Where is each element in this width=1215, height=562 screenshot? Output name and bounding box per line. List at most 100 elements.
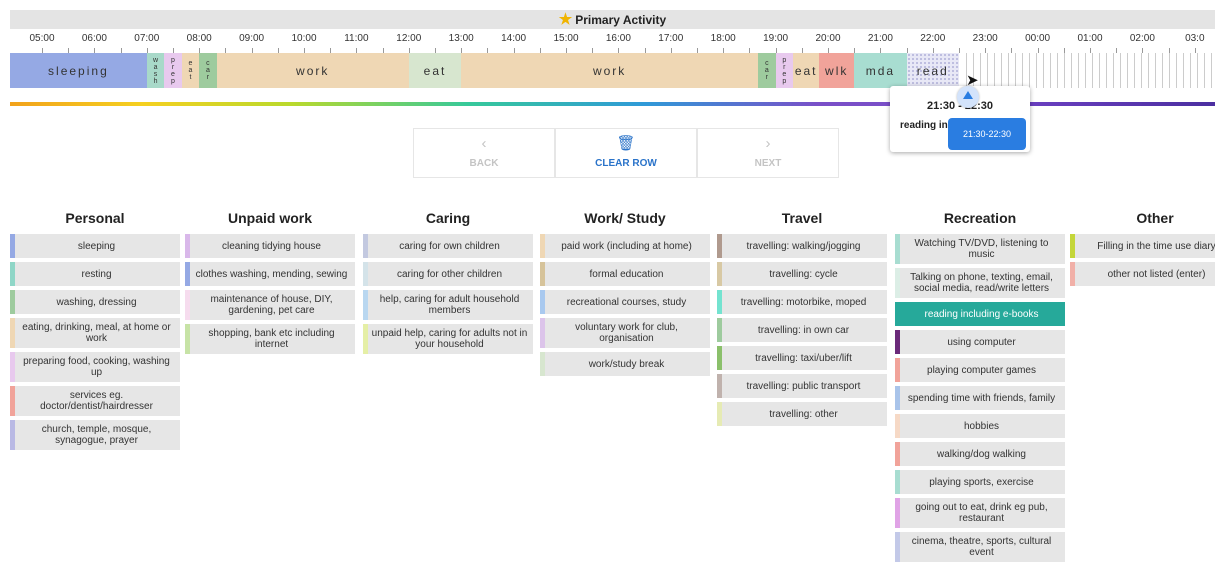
activity-option[interactable]: resting: [10, 262, 180, 286]
category-title: Work/ Study: [584, 210, 666, 226]
activity-option[interactable]: clothes washing, mending, sewing: [185, 262, 355, 286]
activity-option[interactable]: preparing food, cooking, washing up: [10, 352, 180, 382]
empty-time-slot[interactable]: [1113, 53, 1120, 88]
empty-time-slot[interactable]: [1183, 53, 1190, 88]
back-button[interactable]: ‹ BACK: [413, 128, 555, 178]
empty-time-slot[interactable]: [1148, 53, 1155, 88]
timeline-segment-work[interactable]: work: [216, 53, 409, 88]
timeline-segment-sleeping[interactable]: sleeping: [10, 53, 147, 88]
empty-time-slot[interactable]: [1162, 53, 1169, 88]
empty-time-slot[interactable]: [1204, 53, 1211, 88]
empty-time-slot[interactable]: [1071, 53, 1078, 88]
activity-option[interactable]: maintenance of house, DIY, gardening, pe…: [185, 290, 355, 320]
timeline-segment-work[interactable]: work: [461, 53, 759, 88]
activity-option[interactable]: travelling: taxi/uber/lift: [717, 346, 887, 370]
activity-option[interactable]: washing, dressing: [10, 290, 180, 314]
activity-option[interactable]: travelling: walking/jogging: [717, 234, 887, 258]
timeline-segment-wlk[interactable]: wlk: [819, 53, 855, 88]
activity-option[interactable]: walking/dog walking: [895, 442, 1065, 466]
empty-time-slot[interactable]: [1134, 53, 1141, 88]
timeline-segment-car[interactable]: car: [199, 53, 217, 88]
empty-time-slot[interactable]: [1057, 53, 1064, 88]
activity-option[interactable]: travelling: cycle: [717, 262, 887, 286]
timeline-segment-prep[interactable]: prep: [164, 53, 182, 88]
activity-option[interactable]: going out to eat, drink eg pub, restaura…: [895, 498, 1065, 528]
empty-time-slot[interactable]: [1127, 53, 1134, 88]
empty-time-slot[interactable]: [1176, 53, 1183, 88]
activity-option[interactable]: other not listed (enter): [1070, 262, 1215, 286]
timeline-segment-prep[interactable]: prep: [775, 53, 794, 88]
activity-option[interactable]: services eg. doctor/dentist/hairdresser: [10, 386, 180, 416]
empty-time-slot[interactable]: [1155, 53, 1162, 88]
activity-option[interactable]: paid work (including at home): [540, 234, 710, 258]
empty-time-slot[interactable]: [1120, 53, 1127, 88]
activity-option[interactable]: travelling: motorbike, moped: [717, 290, 887, 314]
activity-option[interactable]: caring for other children: [363, 262, 533, 286]
color-swatch: [185, 262, 190, 286]
empty-time-slot[interactable]: [1211, 53, 1215, 88]
activity-option[interactable]: church, temple, mosque, synagogue, praye…: [10, 420, 180, 450]
activity-option[interactable]: playing sports, exercise: [895, 470, 1065, 494]
empty-time-slot[interactable]: [994, 53, 1001, 88]
empty-time-slot[interactable]: [1029, 53, 1036, 88]
empty-time-slot[interactable]: [1064, 53, 1071, 88]
empty-time-slot[interactable]: [1008, 53, 1015, 88]
empty-time-slot[interactable]: [1050, 53, 1057, 88]
activity-option[interactable]: eating, drinking, meal, at home or work: [10, 318, 180, 348]
empty-time-slot[interactable]: [1106, 53, 1113, 88]
empty-time-slot[interactable]: [1078, 53, 1085, 88]
activity-timeline[interactable]: sleeping wash prep eat car work eat work car prep…: [10, 53, 1215, 88]
empty-time-slot[interactable]: [1085, 53, 1092, 88]
timeline-segment-wash[interactable]: wash: [146, 53, 165, 88]
clear-row-button[interactable]: 🗑 CLEAR ROW: [555, 128, 697, 178]
timeline-segment-car[interactable]: car: [758, 53, 776, 88]
empty-time-slot[interactable]: [1141, 53, 1148, 88]
activity-option[interactable]: shopping, bank etc including internet: [185, 324, 355, 354]
activity-option[interactable]: travelling: public transport: [717, 374, 887, 398]
empty-time-slot[interactable]: [987, 53, 994, 88]
activity-option[interactable]: spending time with friends, family: [895, 386, 1065, 410]
activity-option[interactable]: Talking on phone, texting, email, social…: [895, 268, 1065, 298]
activity-option-label: travelling: other: [769, 408, 838, 420]
activity-option[interactable]: Watching TV/DVD, listening to music: [895, 234, 1065, 264]
activity-option[interactable]: cleaning tidying house: [185, 234, 355, 258]
drag-handle[interactable]: [957, 86, 979, 108]
empty-time-slot[interactable]: [1169, 53, 1176, 88]
activity-option[interactable]: hobbies: [895, 414, 1065, 438]
color-swatch: [1070, 262, 1075, 286]
activity-option[interactable]: formal education: [540, 262, 710, 286]
activity-option-label: walking/dog walking: [937, 448, 1026, 460]
activity-option[interactable]: help, caring for adult household members: [363, 290, 533, 320]
activity-option-label: travelling: in own car: [757, 324, 850, 336]
empty-time-slot[interactable]: [1092, 53, 1099, 88]
empty-time-slot[interactable]: [980, 53, 987, 88]
activity-option[interactable]: work/study break: [540, 352, 710, 376]
timeline-segment-eat[interactable]: eat: [181, 53, 200, 88]
activity-option-label: travelling: walking/jogging: [746, 240, 861, 252]
activity-option[interactable]: reading including e-books: [895, 302, 1065, 326]
empty-time-slot[interactable]: [1190, 53, 1197, 88]
activity-option[interactable]: using computer: [895, 330, 1065, 354]
timeline-segment-mda[interactable]: mda: [854, 53, 907, 88]
activity-option[interactable]: unpaid help, caring for adults not in yo…: [363, 324, 533, 354]
empty-time-slot[interactable]: [1099, 53, 1106, 88]
empty-time-slot[interactable]: [1043, 53, 1050, 88]
timeline-segment-eat[interactable]: eat: [408, 53, 462, 88]
activity-option[interactable]: travelling: other: [717, 402, 887, 426]
activity-option[interactable]: Filling in the time use diary: [1070, 234, 1215, 258]
timeline-segment-eat[interactable]: eat: [793, 53, 820, 88]
primary-activity-header: ★ Primary Activity: [10, 10, 1215, 29]
empty-time-slot[interactable]: [1197, 53, 1204, 88]
next-button[interactable]: › NEXT: [697, 128, 839, 178]
empty-time-slot[interactable]: [1036, 53, 1043, 88]
activity-option[interactable]: travelling: in own car: [717, 318, 887, 342]
activity-option[interactable]: voluntary work for club, organisation: [540, 318, 710, 348]
empty-time-slot[interactable]: [1015, 53, 1022, 88]
timeline-segment-read[interactable]: read: [906, 53, 959, 88]
activity-option[interactable]: recreational courses, study: [540, 290, 710, 314]
empty-time-slot[interactable]: [1001, 53, 1008, 88]
empty-time-slot[interactable]: [1022, 53, 1029, 88]
activity-option[interactable]: sleeping: [10, 234, 180, 258]
activity-option[interactable]: playing computer games: [895, 358, 1065, 382]
activity-option[interactable]: caring for own children: [363, 234, 533, 258]
